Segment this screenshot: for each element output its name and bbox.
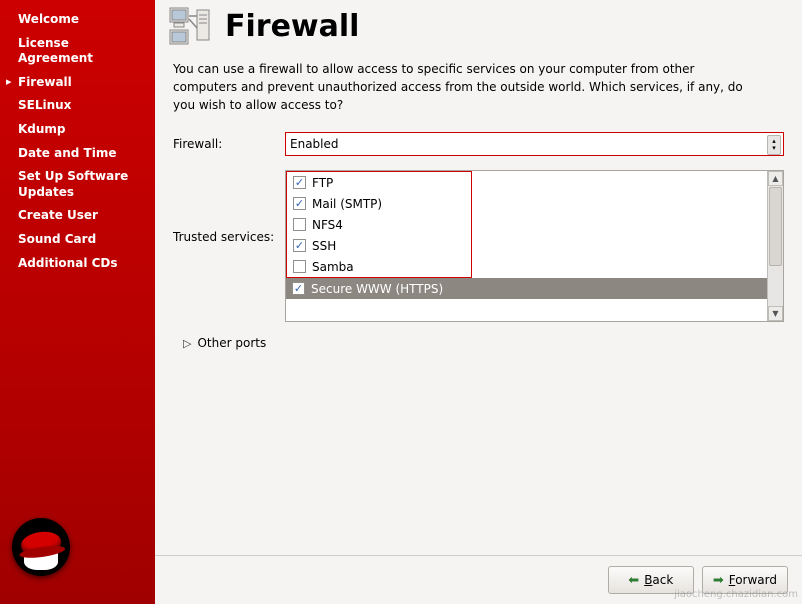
forward-label: Forward [729, 573, 777, 587]
trusted-row: Trusted services: FTP Mail (SMTP) [173, 170, 784, 322]
sidebar-item-welcome[interactable]: Welcome [0, 8, 155, 32]
back-arrow-icon: ⬅ [628, 573, 639, 588]
checkbox-icon[interactable] [293, 197, 306, 210]
firewall-combobox[interactable]: Enabled ▴▾ [285, 132, 784, 156]
description-text: You can use a firewall to allow access t… [173, 60, 753, 114]
redhat-logo-icon [12, 518, 70, 576]
service-label: SSH [312, 239, 336, 253]
service-label: Mail (SMTP) [312, 197, 382, 211]
forward-button[interactable]: ➡ Forward [702, 566, 788, 594]
header: Firewall [155, 0, 802, 48]
scroll-thumb[interactable] [769, 187, 782, 266]
firewall-header-icon [169, 6, 215, 46]
sidebar-item-createuser[interactable]: Create User [0, 204, 155, 228]
sidebar-item-selinux[interactable]: SELinux [0, 94, 155, 118]
expander-label: Other ports [197, 336, 266, 350]
sidebar-item-datetime[interactable]: Date and Time [0, 142, 155, 166]
page-title: Firewall [225, 9, 359, 44]
body: You can use a firewall to allow access t… [155, 48, 802, 555]
scrollbar[interactable]: ▲ ▼ [767, 171, 783, 321]
firewall-row: Firewall: Enabled ▴▾ [173, 132, 784, 156]
service-label: NFS4 [312, 218, 343, 232]
main-panel: Firewall You can use a firewall to allow… [155, 0, 802, 604]
trusted-label: Trusted services: [173, 170, 285, 244]
services-list: FTP Mail (SMTP) NFS4 SSH [286, 171, 767, 321]
sidebar: Welcome License Agreement Firewall SELin… [0, 0, 155, 604]
service-label: Secure WWW (HTTPS) [311, 282, 443, 296]
other-ports-expander[interactable]: ▷ Other ports [173, 322, 784, 350]
sidebar-items: Welcome License Agreement Firewall SELin… [0, 8, 155, 508]
combobox-spinner-icon[interactable]: ▴▾ [767, 135, 781, 155]
sidebar-item-license[interactable]: License Agreement [0, 32, 155, 71]
checkbox-icon[interactable] [292, 282, 305, 295]
service-label: FTP [312, 176, 333, 190]
scroll-up-icon[interactable]: ▲ [768, 171, 783, 186]
checkbox-icon[interactable] [293, 260, 306, 273]
back-label: Back [644, 573, 673, 587]
firewall-value: Enabled [290, 137, 339, 151]
scroll-down-icon[interactable]: ▼ [768, 306, 783, 321]
forward-arrow-icon: ➡ [713, 573, 724, 588]
service-item-samba[interactable]: Samba [287, 256, 471, 277]
service-item-https[interactable]: Secure WWW (HTTPS) [286, 278, 767, 299]
sidebar-item-updates[interactable]: Set Up Software Updates [0, 165, 155, 204]
back-button[interactable]: ⬅ Back [608, 566, 694, 594]
checkbox-icon[interactable] [293, 176, 306, 189]
service-item-mail[interactable]: Mail (SMTP) [287, 193, 471, 214]
logo-area [0, 508, 155, 596]
checkbox-icon[interactable] [293, 218, 306, 231]
service-item-nfs4[interactable]: NFS4 [287, 214, 471, 235]
services-listbox: FTP Mail (SMTP) NFS4 SSH [285, 170, 784, 322]
sidebar-item-soundcard[interactable]: Sound Card [0, 228, 155, 252]
sidebar-item-additionalcds[interactable]: Additional CDs [0, 252, 155, 276]
footer: ⬅ Back ➡ Forward [155, 555, 802, 604]
checkbox-icon[interactable] [293, 239, 306, 252]
firewall-label: Firewall: [173, 137, 285, 151]
sidebar-item-kdump[interactable]: Kdump [0, 118, 155, 142]
sidebar-item-firewall[interactable]: Firewall [0, 71, 155, 95]
service-label: Samba [312, 260, 354, 274]
service-item-ssh[interactable]: SSH [287, 235, 471, 256]
expand-triangle-icon: ▷ [183, 337, 191, 350]
service-item-ftp[interactable]: FTP [287, 172, 471, 193]
